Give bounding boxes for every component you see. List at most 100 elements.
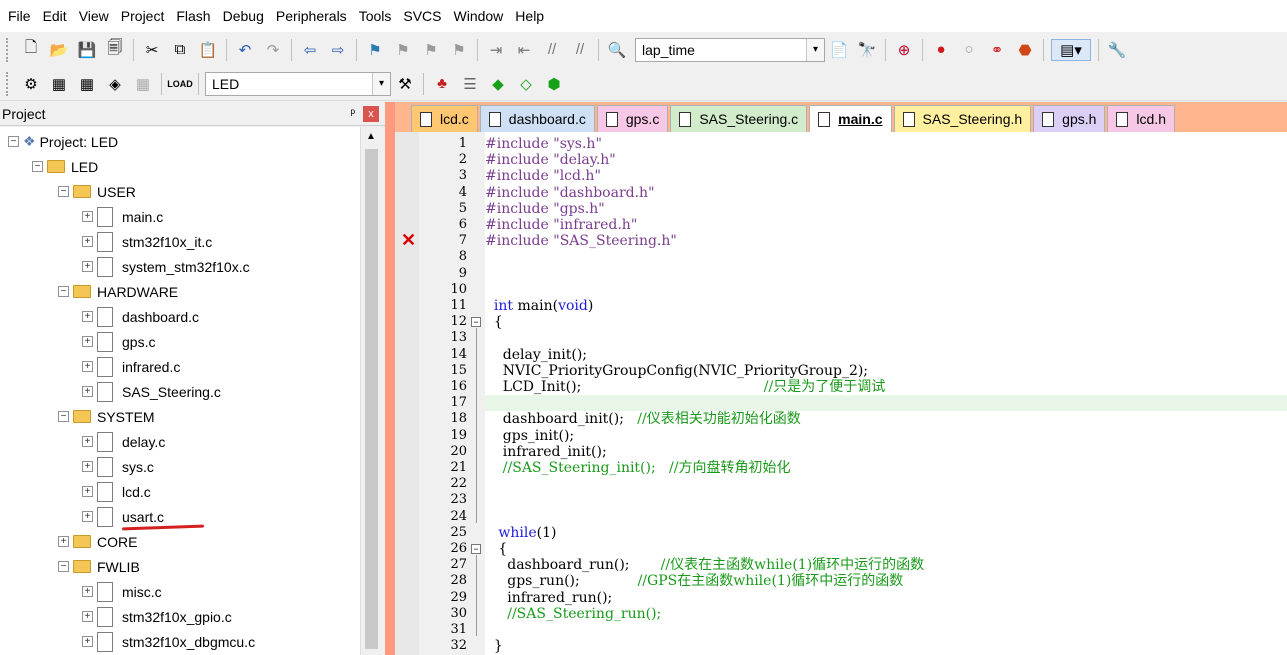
code-line[interactable]: delay_init();	[485, 347, 587, 363]
window-layout-icon[interactable]: ▤▾	[1051, 38, 1091, 61]
tab-lcd-h[interactable]: lcd.h	[1107, 105, 1175, 132]
menu-project[interactable]: Project	[115, 0, 171, 32]
tree-item[interactable]: + gps.c	[82, 329, 155, 354]
collapse-icon[interactable]: −	[32, 161, 43, 172]
tree-item[interactable]: + main.c	[82, 204, 163, 229]
code-line[interactable]: #include "dashboard.h"	[485, 185, 655, 201]
manage-project-items-icon[interactable]: ♣	[431, 73, 453, 95]
menu-peripherals[interactable]: Peripherals	[270, 0, 353, 32]
menu-window[interactable]: Window	[448, 0, 510, 32]
tree-item[interactable]: + usart.c	[82, 504, 164, 529]
find-icon[interactable]: 📄	[828, 39, 850, 61]
indent-icon[interactable]: ⇥	[485, 39, 507, 61]
tree-item[interactable]: + CORE	[58, 529, 137, 554]
code-line[interactable]: //SAS_Steering_run();	[485, 606, 661, 622]
expand-icon[interactable]: +	[82, 236, 93, 247]
pack-installer-icon[interactable]: ◇	[515, 73, 537, 95]
code-line[interactable]: dashboard_run(); //仪表在主函数while(1)循环中运行的函…	[485, 557, 924, 573]
new-file-icon[interactable]: 🗋	[20, 39, 42, 61]
scroll-up-icon[interactable]: ▲	[366, 131, 376, 142]
collapse-icon[interactable]: −	[58, 561, 69, 572]
tree-item[interactable]: − LED	[32, 154, 98, 179]
tree-item[interactable]: − FWLIB	[58, 554, 140, 579]
download-icon[interactable]: LOAD	[167, 73, 193, 95]
incremental-find-icon[interactable]: 🔭	[856, 39, 878, 61]
nav-back-icon[interactable]: ⇦	[299, 39, 321, 61]
code-line[interactable]: gps_init();	[485, 428, 574, 444]
breakpoint-icon[interactable]: ●	[930, 39, 952, 61]
bookmark-prev-icon[interactable]: ⚑	[392, 39, 414, 61]
tab-lcd-c[interactable]: lcd.c	[411, 105, 478, 132]
batch-build-icon[interactable]: ◈	[104, 73, 126, 95]
comment-icon[interactable]: //	[541, 39, 563, 61]
fold-collapse-icon[interactable]: −	[471, 317, 481, 328]
tab-gps-c[interactable]: gps.c	[596, 105, 669, 132]
select-packs-icon[interactable]: ☰	[459, 73, 481, 95]
manage-rte-icon[interactable]: ◆	[487, 73, 509, 95]
expand-icon[interactable]: +	[58, 536, 69, 547]
collapse-icon[interactable]: −	[8, 136, 19, 147]
menu-tools[interactable]: Tools	[353, 0, 398, 32]
code-line[interactable]: #include "gps.h"	[485, 201, 605, 217]
bookmark-icon[interactable]: ⚑	[364, 39, 386, 61]
expand-icon[interactable]: +	[82, 386, 93, 397]
chevron-down-icon[interactable]: ▾	[372, 72, 390, 95]
build-icon[interactable]: ▦	[48, 73, 70, 95]
expand-icon[interactable]: +	[82, 361, 93, 372]
error-marker-icon[interactable]: ✕	[401, 230, 416, 251]
tree-item[interactable]: + stm32f10x_dbgmcu.c	[82, 629, 255, 654]
target-options-icon[interactable]: ⚒	[394, 73, 416, 95]
pin-icon[interactable]: ᵖ	[350, 106, 355, 120]
component-icon[interactable]: ⬢	[543, 73, 565, 95]
code-line[interactable]: #include "delay.h"	[485, 152, 616, 168]
project-tree-scrollbar[interactable]: ▲	[360, 127, 382, 655]
copy-icon[interactable]: ⧉	[169, 39, 191, 61]
bookmark-clear-icon[interactable]: ⚑	[448, 39, 470, 61]
breakpoint-margin[interactable]	[395, 132, 419, 655]
menu-file[interactable]: File	[2, 0, 37, 32]
fold-collapse-icon[interactable]: −	[471, 544, 481, 554]
menu-debug[interactable]: Debug	[217, 0, 270, 32]
tree-item[interactable]: − USER	[58, 179, 136, 204]
open-folder-icon[interactable]: 📂	[48, 39, 70, 61]
redo-icon[interactable]: ↷	[262, 39, 284, 61]
tree-item[interactable]: + sys.c	[82, 454, 154, 479]
tree-item[interactable]: + SAS_Steering.c	[82, 379, 221, 404]
paste-icon[interactable]: 📋	[197, 39, 219, 61]
code-line[interactable]: #include "lcd.h"	[485, 168, 601, 184]
toolbar-grip[interactable]	[6, 37, 11, 62]
chevron-down-icon[interactable]: ▾	[806, 38, 824, 61]
expand-icon[interactable]: +	[82, 261, 93, 272]
collapse-icon[interactable]: −	[58, 411, 69, 422]
debug-start-icon[interactable]: ⊕	[893, 39, 915, 61]
tab-sas-steering-h[interactable]: SAS_Steering.h	[893, 105, 1032, 132]
tree-item[interactable]: + system_stm32f10x.c	[82, 254, 250, 279]
code-area[interactable]: #include "sys.h" #include "delay.h" #inclu…	[485, 132, 1287, 655]
stop-build-icon[interactable]: ▦	[132, 73, 154, 95]
expand-icon[interactable]: +	[82, 211, 93, 222]
find-combo[interactable]: lap_time ▾	[635, 37, 825, 62]
expand-icon[interactable]: +	[82, 336, 93, 347]
tree-item[interactable]: + infrared.c	[82, 354, 180, 379]
code-line[interactable]: dashboard_init(); //仪表相关功能初始化函数	[485, 411, 801, 427]
code-line[interactable]: int main(void)	[485, 298, 593, 314]
menu-help[interactable]: Help	[509, 0, 550, 32]
collapse-icon[interactable]: −	[58, 286, 69, 297]
tree-item[interactable]: + dashboard.c	[82, 304, 199, 329]
code-line[interactable]	[485, 395, 503, 411]
tab-gps-h[interactable]: gps.h	[1033, 105, 1106, 132]
unindent-icon[interactable]: ⇤	[513, 39, 535, 61]
breakpoint-kill-all-icon[interactable]: ⬣	[1014, 39, 1036, 61]
expand-icon[interactable]: +	[82, 311, 93, 322]
close-icon[interactable]: x	[363, 106, 379, 122]
breakpoint-disable-all-icon[interactable]: ⚭	[986, 39, 1008, 61]
cut-icon[interactable]: ✂	[141, 39, 163, 61]
rebuild-icon[interactable]: ▦	[76, 73, 98, 95]
toolbar-grip[interactable]	[6, 71, 11, 96]
menu-view[interactable]: View	[73, 0, 115, 32]
tab-sas-steering-c[interactable]: SAS_Steering.c	[670, 105, 808, 132]
code-line[interactable]: }	[485, 638, 503, 654]
expand-icon[interactable]: +	[82, 636, 93, 647]
save-icon[interactable]: 💾	[76, 39, 98, 61]
expand-icon[interactable]: +	[82, 436, 93, 447]
